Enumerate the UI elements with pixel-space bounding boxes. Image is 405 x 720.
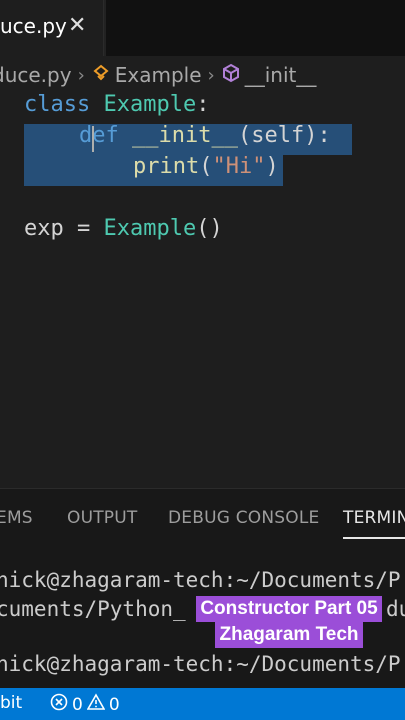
status-problems[interactable]: 0 0 [50, 693, 120, 716]
keyword: def [79, 123, 119, 148]
code-line-1: class Example: [24, 92, 405, 123]
active-tab-indicator [343, 537, 405, 539]
symbol-method-icon [221, 63, 241, 88]
terminal-line-2: cuments/Python_ [0, 597, 186, 621]
terminal-line-2-tail: du [386, 597, 405, 621]
class-name: Example [103, 92, 197, 117]
warning-count: 0 [108, 694, 120, 715]
caption-channel: Zhagaram Tech [215, 622, 363, 648]
close-icon[interactable]: ✕ [68, 13, 86, 38]
operator: = [77, 216, 91, 241]
error-icon [50, 693, 68, 716]
editor-tab-bar: uce.py ✕ [0, 0, 405, 56]
code-line-3: print("Hi") [133, 154, 405, 185]
punctuation: : [196, 92, 210, 117]
chevron-right-icon: › [207, 64, 215, 86]
editor-tab[interactable]: uce.py ✕ [0, 0, 104, 56]
tab-label: uce.py [0, 14, 67, 38]
breadcrumb: duce.py › Example › __init__ [0, 60, 316, 90]
class-name: Example [103, 216, 197, 241]
status-bar: bit 0 0 [0, 688, 405, 720]
function-call: print [133, 154, 200, 179]
chevron-right-icon: › [77, 64, 85, 86]
breadcrumb-file[interactable]: duce.py [0, 63, 72, 87]
terminal-line-1: nick@zhagaram-tech:~/Documents/P [0, 568, 401, 592]
bottom-panel: EMS OUTPUT DEBUG CONSOLE TERMIN nick@zha… [0, 488, 405, 688]
symbol-class-icon [91, 63, 111, 88]
text-cursor [92, 126, 94, 152]
code-line-2: def __init__(self): [79, 123, 405, 154]
tab-problems[interactable]: EMS [0, 508, 33, 528]
punctuation: ) [265, 154, 279, 179]
caption-title: Constructor Part 05 [196, 596, 382, 622]
keyword: class [24, 92, 91, 117]
video-caption: Constructor Part 05 Zhagaram Tech [191, 596, 387, 648]
tab-debug-console[interactable]: DEBUG CONSOLE [168, 508, 319, 528]
warning-icon [86, 693, 106, 716]
tab-output[interactable]: OUTPUT [67, 508, 138, 528]
breadcrumb-method[interactable]: __init__ [245, 63, 317, 87]
punctuation: () [196, 216, 223, 241]
variable: exp [24, 216, 64, 241]
function-name: __init__ [132, 123, 238, 148]
status-branch[interactable]: bit [0, 693, 22, 713]
tab-terminal[interactable]: TERMIN [343, 508, 405, 528]
code-line-5: exp = Example() [24, 216, 405, 247]
punctuation: ( [199, 154, 213, 179]
parameters: (self): [237, 123, 331, 148]
breadcrumb-class[interactable]: Example [115, 63, 202, 87]
terminal-line-3: nick@zhagaram-tech:~/Documents/P [0, 652, 401, 676]
error-count: 0 [72, 694, 83, 715]
string-literal: "Hi" [212, 154, 266, 179]
tab-bar-empty-area [104, 0, 405, 56]
